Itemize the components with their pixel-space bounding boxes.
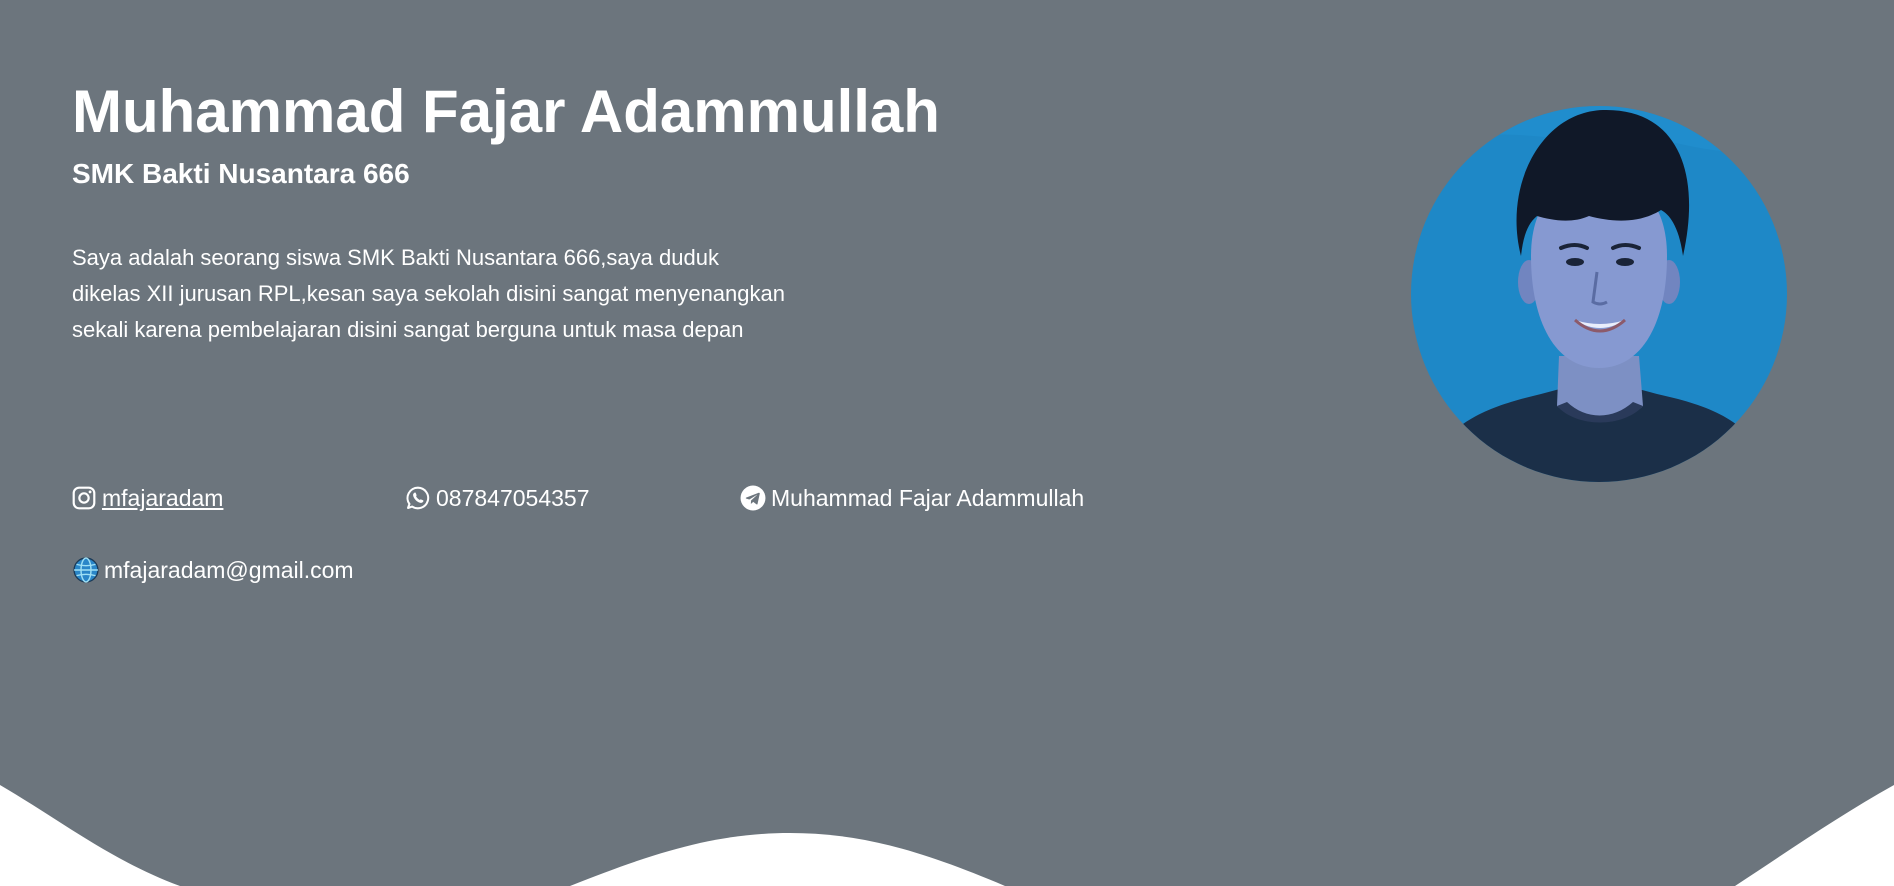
school-name: SMK Bakti Nusantara 666	[72, 158, 410, 189]
telegram-icon	[740, 485, 766, 511]
contact-telegram: Muhammad Fajar Adammullah	[740, 483, 1084, 513]
email-address: mfajaradam@gmail.com	[104, 557, 354, 583]
hero-section: Muhammad Fajar Adammullah SMK Bakti Nusa…	[0, 0, 1894, 886]
page-title: Muhammad Fajar Adammullah	[72, 78, 940, 145]
contact-instagram: mfajaradam	[71, 483, 223, 513]
profile-photo-illustration	[1411, 106, 1787, 482]
telegram-name: Muhammad Fajar Adammullah	[771, 485, 1085, 511]
globe-icon	[73, 557, 99, 583]
contact-whatsapp: 087847054357	[405, 483, 590, 513]
whatsapp-icon	[406, 486, 430, 510]
bio-text: Saya adalah seorang siswa SMK Bakti Nusa…	[72, 245, 785, 342]
instagram-link[interactable]: mfajaradam	[102, 483, 223, 513]
whatsapp-number: 087847054357	[436, 485, 590, 511]
instagram-icon	[72, 486, 96, 510]
profile-photo	[1411, 106, 1787, 482]
contact-email: mfajaradam@gmail.com	[73, 555, 354, 585]
